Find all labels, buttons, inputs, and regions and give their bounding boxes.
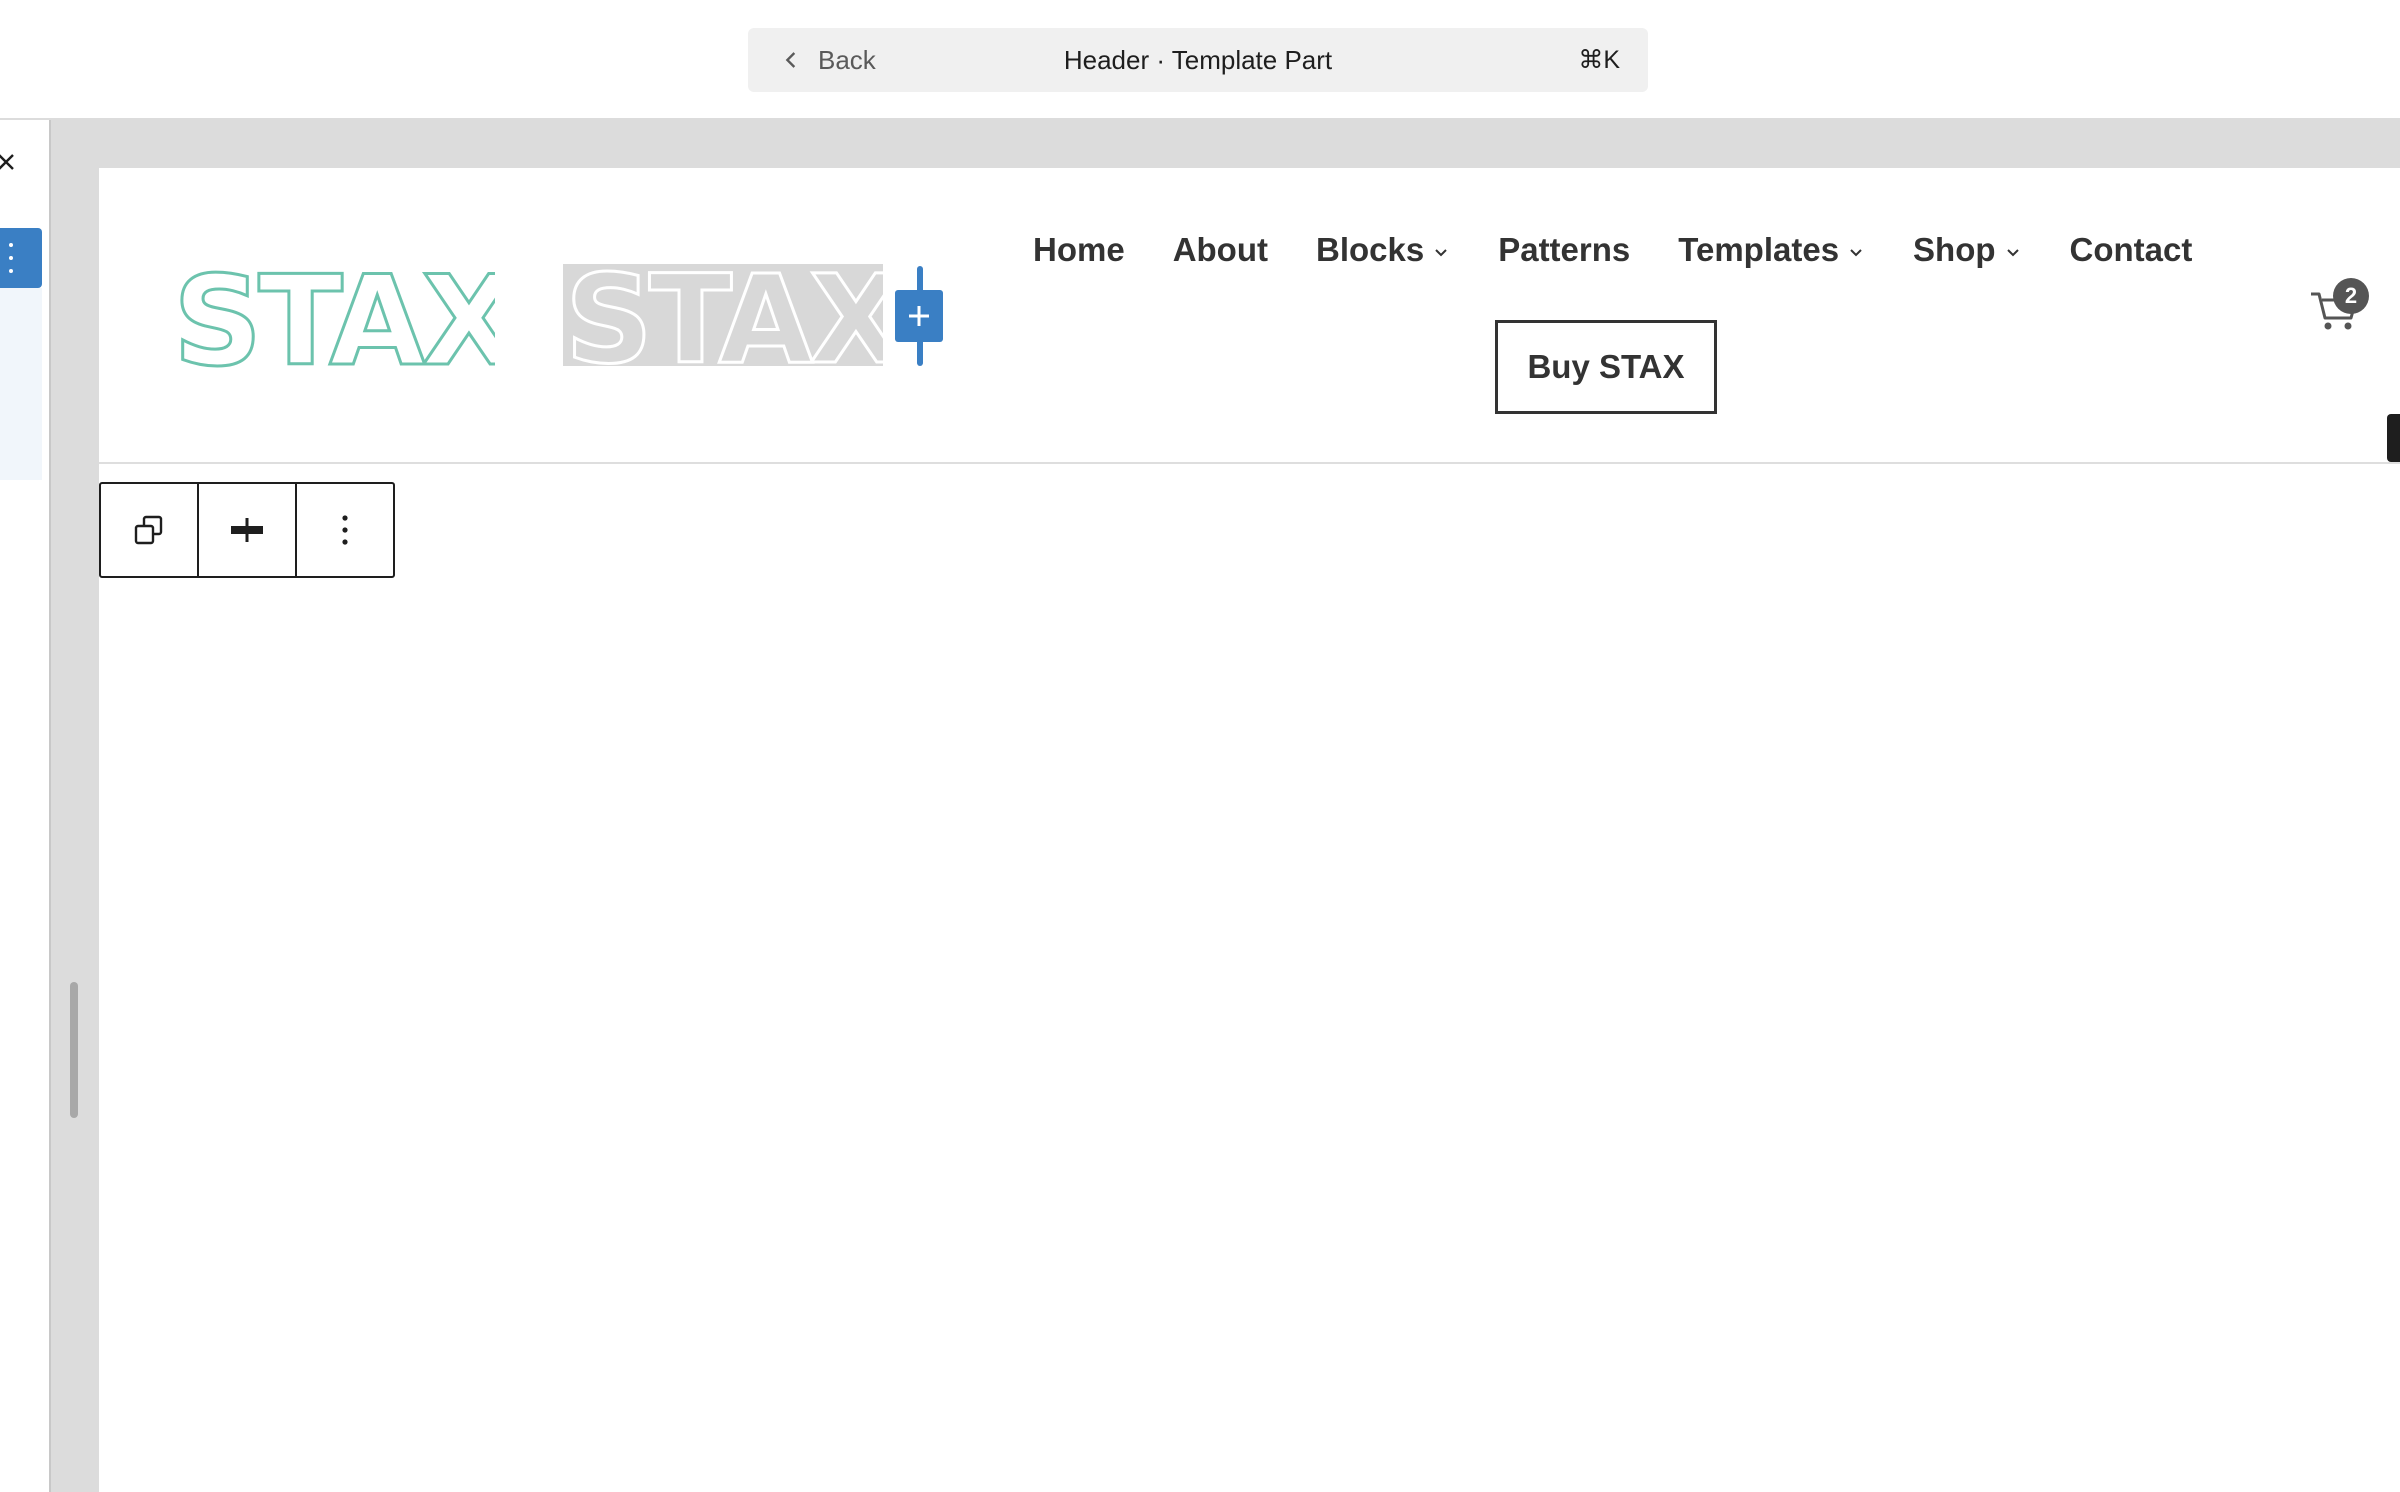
nav-item-label: Patterns — [1498, 231, 1631, 268]
more-vertical-icon — [342, 515, 348, 545]
sidebar-edge — [0, 120, 51, 1492]
back-button[interactable]: Back — [778, 28, 876, 92]
document-title: Header · Template Part — [1063, 45, 1333, 75]
nav-item-about[interactable]: About — [1173, 231, 1268, 269]
nav-item-label: Blocks — [1315, 231, 1425, 268]
chevron-down-icon — [2006, 249, 2019, 257]
nav-item-patterns[interactable]: Patterns — [1498, 231, 1630, 269]
block-toolbar — [99, 482, 395, 578]
logo-placeholder-graphic: STAX — [564, 248, 907, 393]
buy-stax-button[interactable]: Buy STAX — [1495, 320, 1717, 414]
chevron-left-icon — [785, 52, 796, 68]
duplicate-button[interactable] — [101, 484, 197, 576]
close-icon[interactable] — [0, 150, 18, 174]
block-inserter-button[interactable] — [895, 290, 943, 342]
justify-center-button[interactable] — [197, 484, 295, 576]
logo-text: STAX — [173, 264, 495, 372]
command-bar[interactable]: Back Header · Template Part ⌘K — [748, 28, 1648, 92]
more-vertical-icon — [9, 243, 13, 273]
back-label: Back — [818, 44, 876, 75]
chevron-down-icon — [1850, 249, 1862, 257]
nav-item-blocks[interactable]: Blocks — [1316, 231, 1450, 269]
chevron-down-icon — [1435, 249, 1447, 257]
nav-item-label: Contact — [2069, 231, 2193, 268]
nav-item-label: Home — [1033, 231, 1125, 268]
nav-item-label: Shop — [1913, 231, 1996, 268]
header-template-part[interactable]: STAX STAX Home About Blocks Patterns Tem… — [99, 168, 2400, 464]
nav-item-contact[interactable]: Contact — [2070, 231, 2193, 269]
more-options-button[interactable] — [295, 484, 393, 576]
resize-handle[interactable] — [70, 982, 78, 1118]
sidebar-panel-fragment — [0, 288, 42, 480]
logo-placeholder-text: STAX — [565, 264, 883, 366]
block-options-tab[interactable] — [0, 228, 42, 288]
nav-item-templates[interactable]: Templates — [1678, 231, 1865, 269]
editor-top-bar: Back Header · Template Part ⌘K — [0, 0, 2400, 120]
logo-image-placeholder[interactable]: STAX — [563, 248, 907, 393]
block-edge-marker — [2387, 414, 2400, 462]
cart-count-badge: 2 — [2333, 278, 2369, 314]
command-shortcut: ⌘K — [1578, 46, 1620, 74]
site-navigation: Home About Blocks Patterns Templates Sho… — [1033, 220, 2192, 280]
site-logo[interactable]: STAX — [171, 264, 496, 372]
duplicate-icon — [134, 515, 163, 545]
nav-item-label: About — [1172, 231, 1268, 268]
nav-item-label: Templates — [1678, 231, 1840, 268]
plus-icon — [909, 306, 929, 326]
nav-item-home[interactable]: Home — [1033, 231, 1125, 269]
nav-item-shop[interactable]: Shop — [1913, 231, 2021, 269]
editor-page: STAX STAX Home About Blocks Patterns Tem… — [99, 168, 2400, 1492]
justify-center-icon — [231, 518, 263, 542]
